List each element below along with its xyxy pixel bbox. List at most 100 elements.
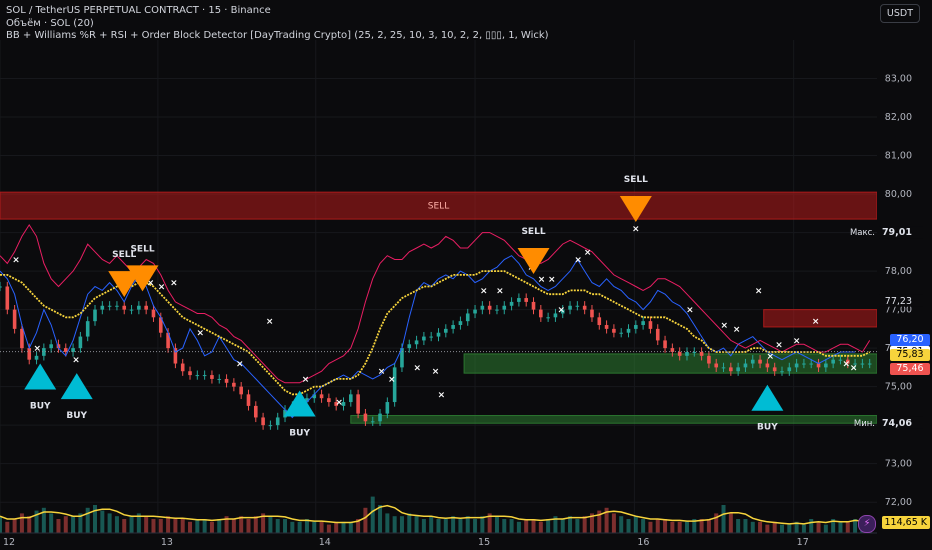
candle-body (451, 325, 455, 329)
volume-bar (575, 519, 580, 533)
zone-label: SELL (428, 202, 449, 212)
candle-body (597, 317, 602, 326)
volume-bar (334, 521, 339, 533)
buy-signal-triangle (283, 390, 316, 417)
candle-body (458, 321, 463, 326)
volume-bar (670, 521, 675, 533)
volume-bar (677, 521, 682, 533)
x-marker: × (850, 363, 858, 373)
volume-bar (546, 519, 551, 533)
candle-body (122, 305, 127, 310)
candle-body (144, 305, 148, 310)
chart-title[interactable]: SOL / TetherUS PERPETUAL CONTRACT · 15 ·… (6, 5, 271, 16)
candle-body (100, 305, 105, 310)
volume-bar (71, 516, 76, 533)
chart-canvas[interactable]: SELL ×××××××××××××××××××××××××××××××××××… (0, 0, 932, 550)
volume-indicator-label[interactable]: Объём · SOL (20) (6, 18, 94, 29)
x-marker: × (686, 306, 694, 316)
volume-bar (443, 519, 448, 533)
volume-bar (297, 521, 302, 533)
volume-bar (312, 521, 317, 533)
volume-bar (838, 521, 843, 533)
candle-body (626, 328, 631, 333)
candle-body (129, 309, 134, 311)
candle-body (363, 413, 368, 422)
x-marker: × (584, 248, 592, 258)
candle-body (582, 305, 587, 310)
price-axis: 83,0082,0081,0080,0079,0078,0077,0076,00… (850, 0, 932, 550)
volume-bar (465, 516, 470, 533)
x-marker: × (388, 375, 396, 385)
volume-bar (275, 519, 280, 533)
price-label-tag: 75,83 (890, 348, 930, 361)
candle-body (692, 351, 697, 353)
candle-body (509, 301, 514, 306)
volume-bar (348, 521, 353, 533)
candle-body (107, 305, 112, 307)
candle-body (546, 317, 550, 319)
candle-body (758, 359, 762, 364)
candle-body (517, 298, 521, 302)
x-marker: × (812, 317, 820, 327)
x-marker: × (378, 367, 386, 377)
volume-bar (421, 519, 426, 533)
candle-body (802, 363, 806, 365)
volume-bar (370, 496, 375, 533)
candle-body (831, 359, 835, 364)
candle-body (422, 336, 426, 341)
volume-bar (107, 513, 112, 533)
candle-body (224, 378, 229, 383)
candle-body (210, 375, 214, 379)
volume-bar (188, 521, 193, 533)
volume-bar (743, 519, 748, 533)
candle-body (750, 359, 755, 364)
volume-bar (473, 519, 478, 533)
x-marker: × (767, 352, 775, 362)
volume-bar (195, 519, 200, 533)
currency-button[interactable]: USDT (879, 4, 920, 23)
price-tick-label: 80,00 (885, 189, 912, 200)
strategy-indicator-label[interactable]: BB + Williams %R + RSI + Order Block Det… (6, 30, 549, 41)
volume-bar (816, 521, 821, 533)
lightning-icon[interactable]: ⚡ (858, 515, 876, 533)
candle-body (34, 355, 39, 360)
supply-zone (763, 309, 878, 328)
candle-body (217, 378, 222, 380)
volume-bar (619, 516, 624, 533)
candle-body (721, 367, 726, 369)
volume-bar (801, 524, 806, 533)
volume-bar (341, 521, 346, 533)
volume-bar (531, 519, 536, 533)
candle-body (137, 305, 141, 310)
volume-bar (684, 521, 689, 533)
x-marker: × (720, 321, 728, 331)
sell-signal-label: SELL (521, 227, 545, 237)
price-tick-label: 81,00 (885, 151, 912, 162)
candle-body (378, 413, 382, 422)
volume-bar (246, 519, 251, 533)
candle-body (641, 321, 645, 326)
volume-bar (721, 505, 726, 533)
time-tick-label: 14 (319, 537, 331, 548)
max-value: 79,01 (882, 227, 912, 238)
demand-zone (463, 353, 878, 374)
time-tick-label: 16 (637, 537, 649, 548)
volume-bar (736, 519, 741, 533)
volume-bar (633, 516, 638, 533)
candle-body (429, 336, 433, 338)
price-label-tag: 76,20 (890, 334, 930, 347)
volume-bar (706, 519, 711, 533)
volume-bar (560, 519, 565, 533)
volume-bar (494, 516, 499, 533)
x-marker: × (538, 275, 546, 285)
x-marker: × (236, 360, 244, 370)
volume-bar (524, 519, 529, 533)
candle-body (575, 305, 580, 307)
volume-bar (611, 513, 616, 533)
candle-body (356, 394, 360, 414)
volume-bar (823, 524, 828, 533)
buy-signal-triangle (24, 363, 57, 390)
candle-body (85, 321, 90, 337)
volume-bar (0, 516, 2, 533)
candle-body (714, 363, 719, 368)
